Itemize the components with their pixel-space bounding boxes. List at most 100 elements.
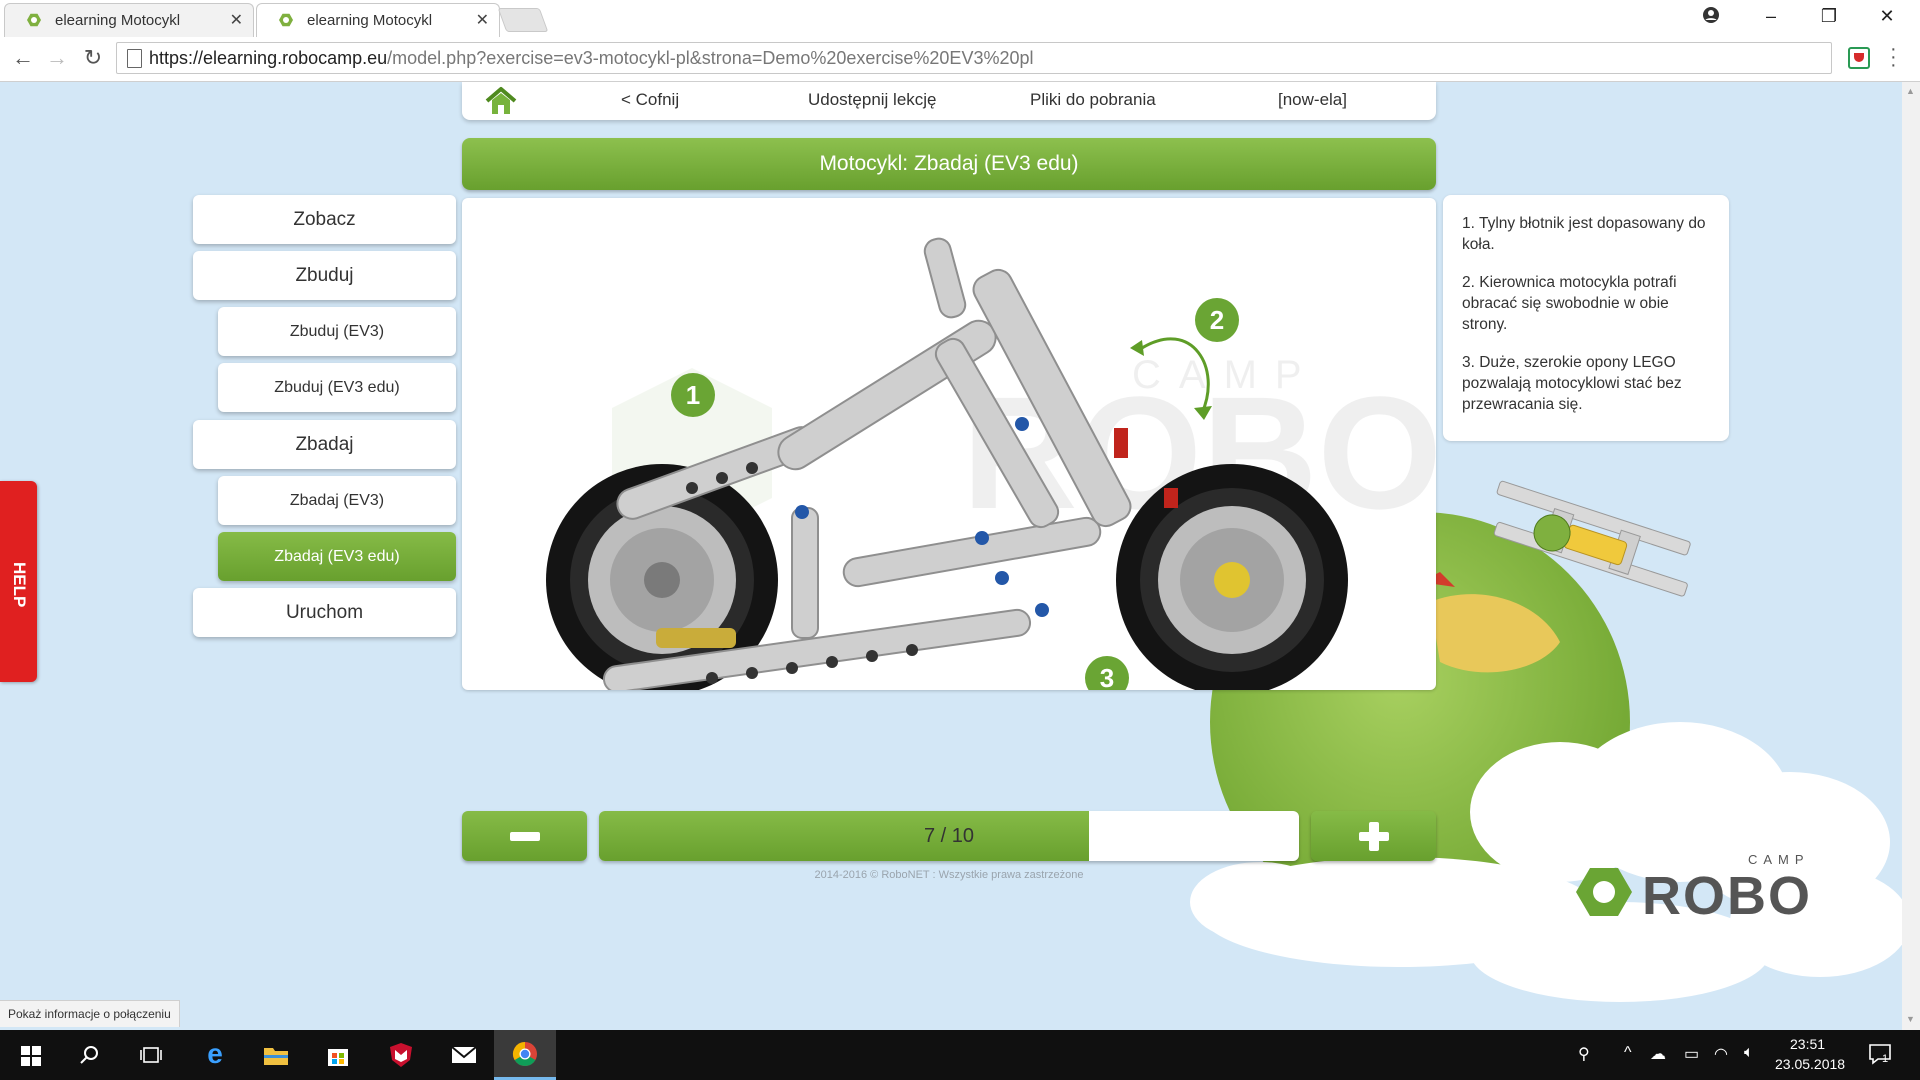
status-bubble: Pokaż informacje o połączeniu xyxy=(0,1000,180,1027)
svg-text:1: 1 xyxy=(686,380,700,410)
marker-2: 2 xyxy=(1195,298,1239,342)
restore-icon[interactable]: ❐ xyxy=(1814,6,1844,27)
search-button[interactable] xyxy=(58,1030,120,1080)
chrome-icon xyxy=(512,1042,537,1067)
volume-icon[interactable]: 🔈︎ xyxy=(1744,1044,1754,1062)
close-icon[interactable]: ✕ xyxy=(476,10,489,30)
wifi-icon[interactable]: ◠ xyxy=(1714,1044,1728,1064)
url-text[interactable]: https://elearning.robocamp.eu/model.php?… xyxy=(149,48,1034,69)
front-wheel xyxy=(1116,464,1348,690)
notes-panel: 1. Tylny błotnik jest dopasowany do koła… xyxy=(1443,195,1729,441)
lego-red-connector xyxy=(1164,488,1178,508)
back-link[interactable]: < Cofnij xyxy=(621,90,679,110)
tab-title: elearning Motocykl xyxy=(307,12,433,29)
shield-extension-icon[interactable] xyxy=(1848,47,1870,69)
motorcycle-model-image: CAMP ROBO 1 2 3 xyxy=(546,237,1436,690)
task-view-button[interactable] xyxy=(120,1030,182,1080)
menu-zobacz[interactable]: Zobacz xyxy=(193,195,456,244)
mail-icon xyxy=(451,1046,477,1063)
back-arrow-icon[interactable]: ← xyxy=(8,45,38,71)
page-info-icon[interactable] xyxy=(127,49,142,68)
menu-zbuduj-ev3-edu[interactable]: Zbuduj (EV3 edu) xyxy=(218,363,456,412)
note-3: 3. Duże, szerokie opony LEGO pozwalają m… xyxy=(1462,354,1682,413)
lego-tan-part xyxy=(656,628,736,648)
url-host: https://elearning.robocamp.eu xyxy=(149,48,388,68)
menu-dots-icon[interactable]: · · · xyxy=(1890,39,1897,75)
store-icon xyxy=(328,1049,348,1066)
robocamp-logo: CAMP ROBO xyxy=(1576,852,1812,926)
user-link[interactable]: [now-ela] xyxy=(1278,90,1347,110)
search-icon xyxy=(80,1046,98,1064)
clock-date[interactable]: 23.05.2018 xyxy=(1775,1056,1845,1072)
notification-count: 1 xyxy=(1882,1053,1889,1065)
task-view-icon xyxy=(140,1047,162,1063)
lesson-title: Motocykl: Zbadaj (EV3 edu) xyxy=(462,138,1436,190)
clock-time[interactable]: 23:51 xyxy=(1790,1036,1825,1052)
marker-1: 1 xyxy=(671,373,715,417)
menu-zbadaj[interactable]: Zbadaj xyxy=(193,420,456,469)
mcafee-shield-icon xyxy=(390,1043,412,1067)
vertical-scrollbar[interactable]: ▲ ▼ xyxy=(1902,82,1920,1030)
menu-zbadaj-ev3[interactable]: Zbadaj (EV3) xyxy=(218,476,456,525)
scroll-up-icon[interactable]: ▲ xyxy=(1906,86,1915,96)
store-button[interactable] xyxy=(307,1030,369,1080)
windows-logo-icon xyxy=(21,1046,41,1066)
page-content: < Cofnij Udostępnij lekcję Pliki do pobr… xyxy=(0,82,1902,1030)
battery-icon[interactable]: ▭ xyxy=(1684,1044,1699,1064)
people-icon[interactable]: ⚲ xyxy=(1578,1044,1590,1064)
step-progress-bar: 7 / 10 xyxy=(599,811,1299,861)
chrome-button[interactable] xyxy=(494,1030,556,1080)
url-path: /model.php?exercise=ev3-motocykl-pl&stro… xyxy=(387,48,1034,68)
home-icon[interactable] xyxy=(484,86,518,116)
progress-label: 7 / 10 xyxy=(923,825,975,847)
scroll-down-icon[interactable]: ▼ xyxy=(1906,1014,1915,1024)
close-window-icon[interactable]: ✕ xyxy=(1872,6,1902,27)
browser-tab-1[interactable]: elearning Motocykl ✕ xyxy=(4,3,254,37)
browser-tab-2[interactable]: elearning Motocykl ✕ xyxy=(256,3,500,37)
help-label: HELP xyxy=(10,562,29,608)
chevron-up-icon[interactable]: ^ xyxy=(1624,1044,1632,1062)
svg-text:3: 3 xyxy=(1100,663,1114,690)
downloads-link[interactable]: Pliki do pobrania xyxy=(1030,90,1156,110)
edge-icon: e xyxy=(207,1038,223,1069)
close-icon[interactable]: ✕ xyxy=(230,10,243,30)
previous-step-button[interactable] xyxy=(462,811,587,861)
menu-zbuduj[interactable]: Zbuduj xyxy=(193,251,456,300)
minimize-icon[interactable]: – xyxy=(1756,6,1786,27)
menu-zbuduj-ev3[interactable]: Zbuduj (EV3) xyxy=(218,307,456,356)
footer-copyright: 2014-2016 © RoboNET : Wszystkie prawa za… xyxy=(814,869,1084,881)
file-explorer-button[interactable] xyxy=(245,1030,307,1080)
mail-button[interactable] xyxy=(432,1030,494,1080)
forward-arrow-icon[interactable]: → xyxy=(42,45,72,71)
browser-toolbar: ← → ↻ https://elearning.robocamp.eu/mode… xyxy=(0,37,1920,82)
note-1: 1. Tylny błotnik jest dopasowany do koła… xyxy=(1462,215,1706,253)
edge-button[interactable]: e xyxy=(183,1030,245,1080)
profile-icon[interactable] xyxy=(1696,6,1726,29)
menu-uruchom[interactable]: Uruchom xyxy=(193,588,456,637)
top-navigation: < Cofnij Udostępnij lekcję Pliki do pobr… xyxy=(462,82,1436,120)
mcafee-button[interactable] xyxy=(370,1030,432,1080)
robocamp-favicon-icon xyxy=(27,13,41,27)
action-center-button[interactable]: 1 xyxy=(1868,1042,1892,1066)
onedrive-cloud-icon[interactable]: ☁ xyxy=(1650,1044,1666,1064)
next-step-button[interactable] xyxy=(1311,811,1436,861)
start-button[interactable] xyxy=(0,1030,62,1080)
help-tab[interactable]: HELP xyxy=(0,481,37,682)
windows-taskbar: e ⚲ ^ ☁ ▭ ◠ 🔈︎ 23:51 23.05.2018 1 xyxy=(0,1030,1920,1080)
new-tab-button[interactable] xyxy=(497,8,549,32)
share-lesson-link[interactable]: Udostępnij lekcję xyxy=(808,90,937,110)
notification-icon xyxy=(1869,1044,1891,1065)
address-bar[interactable]: https://elearning.robocamp.eu/model.php?… xyxy=(116,42,1832,74)
svg-text:CAMP: CAMP xyxy=(1748,852,1810,867)
menu-zbadaj-ev3-edu[interactable]: Zbadaj (EV3 edu) xyxy=(218,532,456,581)
folder-icon xyxy=(264,1048,288,1065)
browser-tabstrip: elearning Motocykl ✕ elearning Motocykl … xyxy=(0,0,1920,37)
lego-red-connector xyxy=(1114,428,1128,458)
reload-icon[interactable]: ↻ xyxy=(78,45,108,71)
svg-text:ROBO: ROBO xyxy=(1642,866,1812,926)
svg-text:2: 2 xyxy=(1210,305,1224,335)
robocamp-favicon-icon xyxy=(279,13,293,27)
tab-title: elearning Motocykl xyxy=(55,12,181,29)
marker-3: 3 xyxy=(1085,656,1129,690)
model-image-panel: CAMP ROBO 1 2 3 xyxy=(462,198,1436,690)
